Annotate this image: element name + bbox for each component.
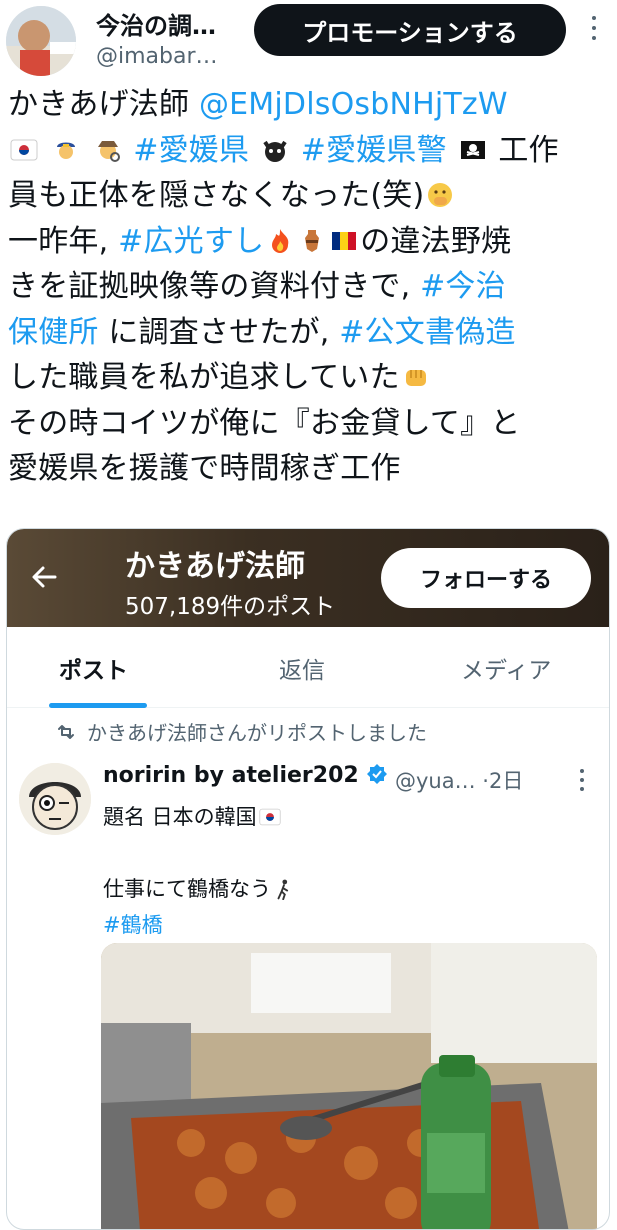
post-photo[interactable] (101, 943, 597, 1229)
hashtag-link[interactable]: #愛媛県警 (301, 133, 447, 168)
verified-badge-icon (367, 764, 388, 784)
repost-label: かきあげ法師さんがリポストしました (87, 721, 427, 745)
tweet-text-segment: 愛媛県を援護で時間稼ぎ工作 (8, 451, 401, 486)
post-author-avatar[interactable] (19, 763, 91, 835)
promote-button[interactable]: プロモーションする (254, 4, 566, 56)
active-tab-indicator (49, 703, 147, 708)
korea-flag-emoji-icon (10, 139, 38, 160)
author-display-name[interactable]: 今治の調… (96, 6, 216, 41)
post-author-name-text: noririn by atelier202 (103, 763, 359, 788)
post-text: 題名 日本の韓国 仕事にて鶴橋なう #鶴橋 (103, 799, 297, 943)
amphora-emoji-icon (305, 229, 320, 252)
tweet-text-segment: 工作 (498, 132, 559, 168)
person-walking-emoji-icon (277, 879, 289, 900)
tweet-text-segment: かきあげ法師 (8, 87, 199, 122)
profile-title: かきあげ法師 (125, 549, 305, 584)
police-officer-emoji-icon (56, 142, 75, 159)
detective-emoji-icon (97, 140, 120, 162)
repost-context: かきあげ法師さんがリポストしました (55, 717, 427, 746)
post-line: 題名 日本の韓国 (103, 805, 257, 829)
author-handle[interactable]: @imabar… (96, 44, 218, 69)
hashtag-link[interactable]: #鶴橋 (103, 913, 163, 937)
tab-replies[interactable]: 返信 (279, 651, 325, 685)
hashtag-link[interactable]: #愛媛県 (133, 133, 249, 168)
hashtag-link[interactable]: #公文書偽造 (339, 315, 515, 350)
tweet-text-segment: きを証拠映像等の資料付きで, (8, 269, 421, 304)
ogre-emoji-icon (263, 140, 287, 162)
post-count: 507,189件のポスト (125, 594, 336, 620)
hashtag-link[interactable]: 保健所 (8, 315, 99, 350)
fist-emoji-icon (405, 370, 426, 386)
tweet-text-segment: その時コイツが俺に『お金貸して』と (8, 405, 521, 441)
tweet-text: かきあげ法師 @EMjDlsOsbNHjTzW #愛媛県 #愛媛県警 工作 員も… (8, 82, 613, 492)
tweet-text-segment: 員も正体を隠さなくなった(笑) (8, 178, 425, 213)
hashtag-link[interactable]: #今治 (420, 269, 506, 304)
post-time[interactable]: ·2日 (482, 769, 523, 793)
author-avatar[interactable] (6, 6, 76, 76)
post-more-icon[interactable] (579, 769, 585, 795)
tweet-text-segment: した職員を私が追求していた (8, 360, 400, 395)
more-options-icon[interactable] (584, 16, 604, 44)
repost-icon (58, 724, 74, 739)
back-arrow-icon[interactable] (23, 555, 67, 599)
tab-media[interactable]: メディア (461, 651, 551, 685)
follow-button[interactable]: フォローする (381, 548, 591, 608)
post-line: 仕事にて鶴橋なう (103, 877, 271, 901)
post-handle[interactable]: @yua… (395, 769, 476, 793)
tweet-text-segment: に調査させたが, (98, 314, 340, 350)
post-handle-time: @yua… ·2日 (395, 765, 523, 795)
mention-link[interactable]: @EMjDlsOsbNHjTzW (199, 87, 508, 122)
profile-tabs: ポスト 返信 メディア (7, 627, 609, 708)
fire-emoji-icon (272, 228, 289, 253)
romania-flag-emoji-icon (332, 231, 357, 250)
tweet-text-segment: 一昨年, (8, 223, 119, 259)
hand-over-mouth-emoji-icon (428, 183, 453, 207)
tab-posts[interactable]: ポスト (59, 651, 128, 685)
pirate-flag-emoji-icon (460, 140, 485, 159)
korea-flag-emoji-icon (259, 808, 281, 826)
embedded-screenshot[interactable]: かきあげ法師 507,189件のポスト フォローする ポスト 返信 メディア か… (6, 528, 610, 1230)
tweet-text-segment: の違法野焼 (360, 223, 512, 259)
hashtag-link[interactable]: #広光すし (118, 224, 264, 259)
post-author-name[interactable]: noririn by atelier202 (103, 763, 388, 788)
